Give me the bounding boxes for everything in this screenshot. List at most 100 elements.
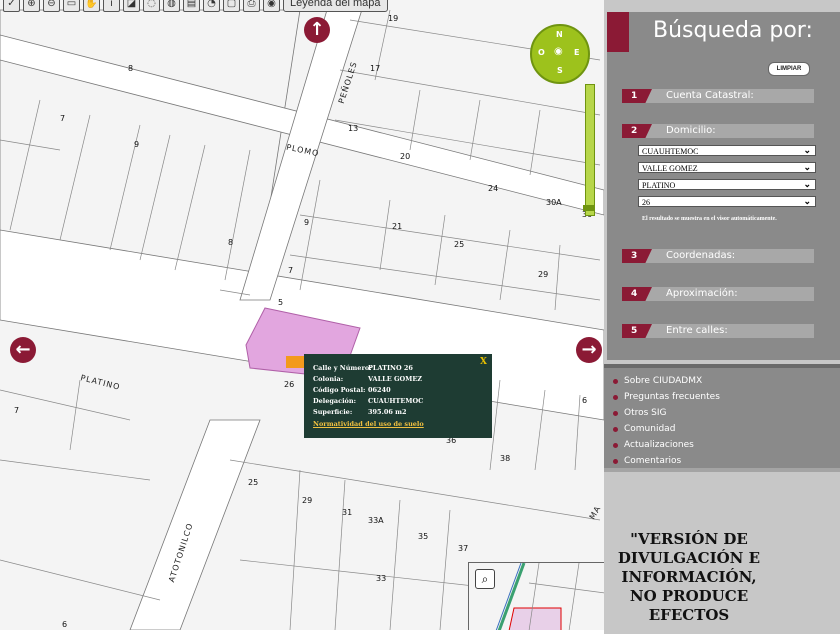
hand-icon[interactable]: ✋ — [83, 0, 100, 12]
calle-select[interactable]: PLATINO ⌄ — [638, 179, 816, 190]
numero-select[interactable]: 26 ⌄ — [638, 196, 816, 207]
pan-icon[interactable]: ▭ — [63, 0, 80, 12]
link-preguntas-frecuentes[interactable]: Preguntas frecuentes — [613, 392, 720, 402]
map-viewer[interactable]: ✓ ⊕ ⊖ ▭ ✋ i ◪ ◌ ◍ ▤ ◔ ▢ ⎙ ◉ Leyenda del … — [0, 0, 604, 630]
zoom-in-icon[interactable]: ⊕ — [23, 0, 40, 12]
chevron-down-icon: ⌄ — [803, 196, 811, 206]
popup-pointer — [286, 356, 306, 368]
chevron-down-icon: ⌄ — [803, 162, 811, 172]
compass-navigator[interactable]: N S E O ◉ — [530, 24, 590, 84]
panel-title: Búsqueda por: — [653, 18, 813, 43]
info-icon[interactable]: i — [103, 0, 120, 12]
colonia-select[interactable]: VALLE GOMEZ ⌄ — [638, 162, 816, 173]
lot-number: 7 — [60, 114, 66, 123]
popup-close-button[interactable]: X — [480, 357, 487, 367]
land-use-link[interactable]: Normatividad del uso de suelo — [313, 420, 424, 428]
lot-number: 21 — [392, 222, 403, 231]
section-cuenta-catastral[interactable]: 1 Cuenta Catastral: — [622, 89, 814, 103]
popup-label: Delegación: — [313, 397, 357, 405]
section-label: Domicilio: — [666, 125, 716, 136]
select-tool-icon[interactable]: ✓ — [3, 0, 20, 12]
zoom-slider-thumb[interactable] — [583, 205, 595, 211]
lot-number: 29 — [302, 496, 313, 505]
lot-number: 37 — [458, 544, 469, 553]
section-number: 3 — [622, 249, 652, 263]
lot-number: 13 — [348, 124, 359, 133]
lot-number: 31 — [342, 508, 353, 517]
lot-number: 6 — [62, 620, 68, 629]
map-basemap — [0, 0, 604, 630]
compass-east[interactable]: E — [574, 48, 579, 57]
popup-value: 395.06 m2 — [368, 408, 407, 416]
section-aproximacion[interactable]: 4 Aproximación: — [622, 287, 814, 301]
link-sobre-ciudadmx[interactable]: Sobre CIUDADMX — [613, 376, 702, 386]
map-legend-button[interactable]: Leyenda del mapa — [283, 0, 388, 12]
link-otros-sig[interactable]: Otros SIG — [613, 408, 667, 418]
compass-south[interactable]: S — [557, 66, 563, 75]
section-domicilio[interactable]: 2 Domicilio: — [622, 124, 814, 138]
zoom-slider[interactable] — [585, 84, 595, 216]
previous-extent-icon[interactable]: ◌ — [143, 0, 160, 12]
bullet-icon — [613, 459, 618, 464]
section-coordenadas[interactable]: 3 Coordenadas: — [622, 249, 814, 263]
select-value: PLATINO — [642, 181, 676, 190]
overview-minimap[interactable]: ⌕ — [468, 562, 604, 630]
map-toolbar: ✓ ⊕ ⊖ ▭ ✋ i ◪ ◌ ◍ ▤ ◔ ▢ ⎙ ◉ Leyenda del … — [0, 0, 388, 12]
section-label: Aproximación: — [666, 288, 738, 299]
parcel-info-popup: X Calle y Número: PLATINO 26 Colonia: VA… — [304, 354, 492, 438]
popup-label: Colonia: — [313, 375, 344, 383]
layers-icon[interactable]: ▤ — [183, 0, 200, 12]
lot-number: 33 — [376, 574, 387, 583]
chevron-down-icon: ⌄ — [803, 145, 811, 155]
select-value: 26 — [642, 198, 650, 207]
info-links: Sobre CIUDADMX Preguntas frecuentes Otro… — [604, 364, 840, 472]
link-actualizaciones[interactable]: Actualizaciones — [613, 440, 694, 450]
compass-center-icon[interactable]: ◉ — [554, 46, 563, 57]
lot-number: 7 — [14, 406, 20, 415]
lot-number: 8 — [128, 64, 134, 73]
measure-icon[interactable]: ◪ — [123, 0, 140, 12]
bullet-icon — [613, 443, 618, 448]
lot-number: 33A — [368, 516, 384, 525]
popup-value: CUAUHTEMOC — [368, 397, 424, 405]
bullet-icon — [613, 411, 618, 416]
lot-number: 24 — [488, 184, 499, 193]
popup-label: Código Postal: — [313, 386, 366, 394]
popup-label: Calle y Número: — [313, 364, 372, 372]
panel-header: Búsqueda por: — [607, 12, 840, 52]
compass-north[interactable]: N — [556, 30, 563, 39]
zoom-out-icon[interactable]: ⊖ — [43, 0, 60, 12]
lot-number: 38 — [500, 454, 511, 463]
lot-number: 6 — [582, 396, 588, 405]
print-icon[interactable]: ⎙ — [243, 0, 260, 12]
minimap-zoom-icon[interactable]: ⌕ — [475, 569, 495, 589]
lot-number: 9 — [134, 140, 140, 149]
select-value: VALLE GOMEZ — [642, 164, 698, 173]
link-label: Preguntas frecuentes — [624, 392, 720, 402]
lot-number: 7 — [288, 266, 294, 275]
help-icon[interactable]: ◉ — [263, 0, 280, 12]
next-extent-icon[interactable]: ◍ — [163, 0, 180, 12]
search-map-icon[interactable]: ◔ — [203, 0, 220, 12]
pan-west-arrow-icon[interactable]: ← — [10, 337, 36, 363]
link-comunidad[interactable]: Comunidad — [613, 424, 675, 434]
section-label: Coordenadas: — [666, 250, 736, 261]
section-entre-calles[interactable]: 5 Entre calles: — [622, 324, 814, 338]
select-value: CUAUHTEMOC — [642, 147, 699, 156]
lot-number: 35 — [418, 532, 429, 541]
clear-button[interactable]: LIMPIAR — [768, 62, 810, 76]
disclaimer-text: "VERSIÓN DE DIVULGACIÓN E INFORMACIÓN, N… — [617, 530, 761, 624]
fullscreen-icon[interactable]: ▢ — [223, 0, 240, 12]
section-number: 4 — [622, 287, 652, 301]
bullet-icon — [613, 427, 618, 432]
popup-value: 06240 — [368, 386, 391, 394]
lot-number: 9 — [304, 218, 310, 227]
lot-number: 25 — [454, 240, 465, 249]
link-comentarios[interactable]: Comentarios — [613, 456, 681, 466]
pan-east-arrow-icon[interactable]: → — [576, 337, 602, 363]
delegacion-select[interactable]: CUAUHTEMOC ⌄ — [638, 145, 816, 156]
section-label: Cuenta Catastral: — [666, 90, 754, 101]
pan-north-arrow-icon[interactable]: ↑ — [304, 17, 330, 43]
lot-number: 20 — [400, 152, 411, 161]
compass-west[interactable]: O — [538, 48, 545, 57]
